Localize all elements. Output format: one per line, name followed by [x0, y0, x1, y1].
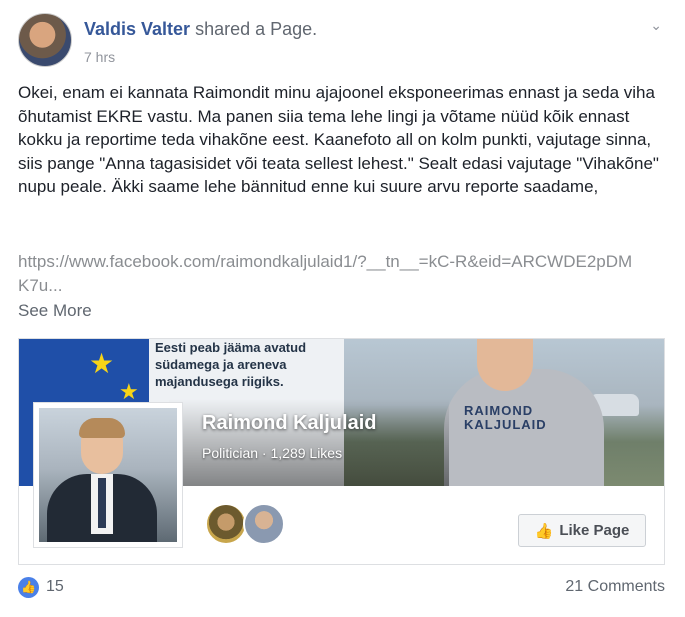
shirt-lettering: RAIMOND KALJULAID: [464, 403, 547, 432]
profile-tie: [98, 478, 106, 528]
page-likes: 1,289 Likes: [270, 445, 343, 461]
cover-slogan: Eesti peab jääma avatud südamega ja aren…: [155, 340, 307, 389]
author-avatar[interactable]: [18, 13, 72, 67]
shared-page-card[interactable]: ★ ★ Eesti peab jääma avatud südamega ja …: [18, 338, 665, 565]
page-meta: Politician · 1,289 Likes: [202, 445, 342, 461]
profile-photo: [39, 408, 177, 542]
post-action: shared a Page.: [195, 19, 318, 39]
like-page-button[interactable]: 👍 Like Page: [518, 514, 646, 547]
friend-avatar[interactable]: [243, 503, 285, 545]
post-footer: 👍 15 21 Comments: [18, 575, 665, 601]
like-page-label: Like Page: [559, 522, 630, 539]
author-line: Valdis Valter shared a Page.: [84, 19, 317, 40]
page-profile-picture[interactable]: [33, 402, 183, 548]
chevron-down-icon[interactable]: ⌄: [650, 17, 662, 34]
post-link[interactable]: https://www.facebook.com/raimondkaljulai…: [18, 250, 638, 297]
profile-hair: [79, 418, 125, 438]
like-thumb-icon[interactable]: 👍: [18, 577, 39, 598]
thumbs-up-icon: 👍: [534, 522, 554, 540]
star-icon: ★: [89, 348, 115, 379]
reaction-count[interactable]: 15: [46, 578, 64, 596]
see-more-link[interactable]: See More: [18, 301, 92, 321]
post-timestamp[interactable]: 7 hrs: [84, 49, 115, 65]
post-header: Valdis Valter shared a Page. 7 hrs ⌄: [18, 13, 668, 73]
comments-count[interactable]: 21 Comments: [565, 578, 665, 596]
post-text: Okei, enam ei kannata Raimondit minu aja…: [18, 83, 659, 196]
page-category: Politician: [202, 445, 259, 461]
author-name[interactable]: Valdis Valter: [84, 19, 190, 39]
page-name[interactable]: Raimond Kaljulaid: [202, 412, 376, 435]
friend-avatar[interactable]: [205, 503, 247, 545]
